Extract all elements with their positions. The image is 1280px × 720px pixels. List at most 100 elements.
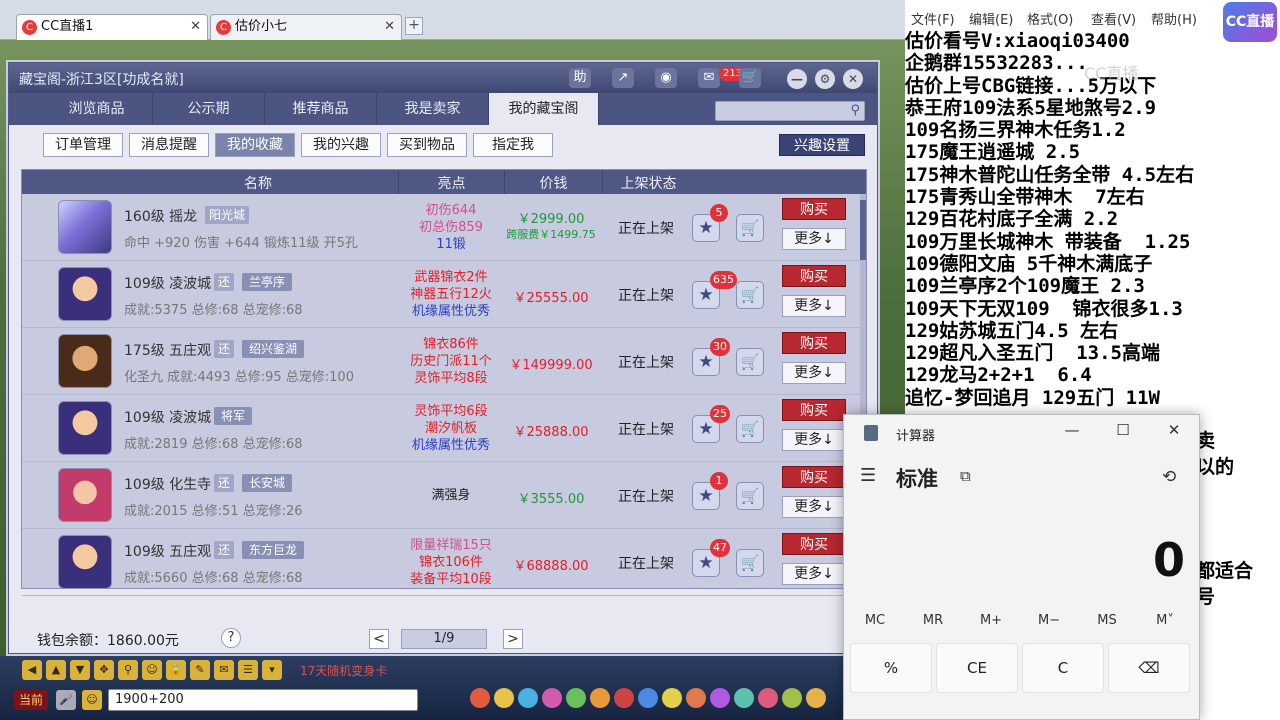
buy-button[interactable]: 购买	[782, 466, 846, 488]
more-button[interactable]: 更多↓	[782, 563, 846, 585]
game-item-icon[interactable]	[518, 688, 538, 708]
character-avatar[interactable]	[58, 200, 112, 254]
item-name[interactable]: 109级 凌波城	[124, 407, 211, 427]
arrow-up-icon[interactable]: ▲	[46, 660, 66, 680]
prev-page-button[interactable]: <	[369, 629, 389, 649]
table-row[interactable]: 109级 五庄观还东方巨龙 成就:5660 总修:68 总宠修:68 限量祥瑞15只…	[22, 529, 866, 596]
menu-help[interactable]: 帮助(H)	[1151, 9, 1197, 28]
game-item-icon[interactable]	[590, 688, 610, 708]
more-button[interactable]: 更多↓	[782, 295, 846, 317]
cart-icon[interactable]: 🛒	[736, 549, 764, 577]
item-name[interactable]: 109级 凌波城	[124, 273, 211, 293]
cart-icon[interactable]: 🛒	[736, 214, 764, 242]
character-avatar[interactable]	[58, 468, 112, 522]
close-icon[interactable]: ✕	[1162, 421, 1186, 439]
close-icon[interactable]: ✕	[843, 69, 863, 89]
subtab-favorites[interactable]: 我的收藏	[215, 133, 295, 157]
share-icon[interactable]: ↗	[612, 68, 634, 88]
item-name[interactable]: 109级 化生寺	[124, 474, 211, 494]
mr-button[interactable]: MR	[904, 613, 962, 628]
buy-button[interactable]: 购买	[782, 332, 846, 354]
friends-icon[interactable]: ☺	[142, 660, 162, 680]
game-chat-input[interactable]: 1900+200	[108, 689, 418, 711]
table-row[interactable]: 109级 凌波城还兰亭序 成就:5375 总修:68 总宠修:68 武器锦衣2件 神器…	[22, 261, 866, 328]
buy-button[interactable]: 购买	[782, 399, 846, 421]
table-row[interactable]: 109级 凌波城 将军 成就:2819 总修:68 总宠修:68 灵饰平均6段 潮汐帆板…	[22, 395, 866, 462]
item-name[interactable]: 175级 五庄观	[124, 340, 211, 360]
browser-tab-gujia[interactable]: C 估价小七 ✕	[210, 14, 402, 40]
close-tab-icon[interactable]: ✕	[190, 15, 201, 39]
help-circle-icon[interactable]: ?	[221, 628, 241, 648]
cart-icon[interactable]: 🛒	[736, 348, 764, 376]
item-name[interactable]: 109级 五庄观	[124, 541, 211, 561]
new-tab-button[interactable]: +	[405, 17, 423, 35]
table-row[interactable]: 175级 五庄观还绍兴鉴湖 化圣九 成就:4493 总修:95 总宠修:100 锦衣…	[22, 328, 866, 395]
ce-button[interactable]: CE	[936, 643, 1018, 693]
item-name[interactable]: 160级 摇龙	[124, 206, 197, 226]
menu-file[interactable]: 文件(F)	[911, 9, 955, 28]
tab-browse[interactable]: 浏览商品	[41, 93, 153, 125]
buy-button[interactable]: 购买	[782, 198, 846, 220]
subtab-bought[interactable]: 买到物品	[387, 133, 467, 157]
move-icon[interactable]: ✥	[94, 660, 114, 680]
game-item-icon[interactable]	[782, 688, 802, 708]
game-item-icon[interactable]	[614, 688, 634, 708]
subtab-messages[interactable]: 消息提醒	[129, 133, 209, 157]
chat-bubble-icon[interactable]: ✉	[214, 660, 234, 680]
more-button[interactable]: 更多↓	[782, 496, 846, 518]
menu-edit[interactable]: 编辑(E)	[969, 9, 1013, 28]
search-icon[interactable]: ⚲	[118, 660, 138, 680]
percent-button[interactable]: %	[850, 643, 932, 693]
search-input[interactable]: ⚲	[715, 101, 865, 121]
game-item-icon[interactable]	[638, 688, 658, 708]
interest-settings-button[interactable]: 兴趣设置	[779, 134, 865, 156]
keep-on-top-icon[interactable]: ⧉	[960, 467, 971, 485]
menu-view[interactable]: 查看(V)	[1091, 9, 1136, 28]
game-item-icon[interactable]	[758, 688, 778, 708]
history-icon[interactable]: ⟲	[1162, 467, 1176, 487]
hamburger-menu-icon[interactable]: ☰	[860, 465, 876, 486]
buy-button[interactable]: 购买	[782, 265, 846, 287]
cart-icon[interactable]: 🛒	[736, 482, 764, 510]
arrow-down-icon[interactable]: ▼	[70, 660, 90, 680]
buy-button[interactable]: 购买	[782, 533, 846, 555]
character-avatar[interactable]	[58, 535, 112, 589]
table-row[interactable]: 109级 化生寺还长安城 成就:2015 总修:51 总宠修:26 满强身 ￥3555…	[22, 462, 866, 529]
cart-icon[interactable]: 🛒	[739, 68, 761, 88]
tab-seller[interactable]: 我是卖家	[377, 93, 489, 125]
character-avatar[interactable]	[58, 267, 112, 321]
menu-icon[interactable]: ☰	[238, 660, 258, 680]
settings-icon[interactable]: ⚙	[815, 69, 835, 89]
m-dropdown-button[interactable]: M˅	[1136, 613, 1194, 628]
scrollbar-thumb[interactable]	[860, 200, 866, 260]
subtab-interests[interactable]: 我的兴趣	[301, 133, 381, 157]
game-item-icon[interactable]	[734, 688, 754, 708]
minimize-icon[interactable]: —	[1060, 421, 1084, 439]
tab-recommend[interactable]: 推荐商品	[265, 93, 377, 125]
maximize-icon[interactable]: ☐	[1111, 421, 1135, 439]
game-item-icon[interactable]	[686, 688, 706, 708]
emoji-icon[interactable]: ☺	[82, 690, 102, 710]
minimize-icon[interactable]: —	[787, 69, 807, 89]
game-item-icon[interactable]	[494, 688, 514, 708]
next-page-button[interactable]: >	[503, 629, 523, 649]
game-item-icon[interactable]	[566, 688, 586, 708]
game-item-icon[interactable]	[662, 688, 682, 708]
backspace-button[interactable]: ⌫	[1108, 643, 1190, 693]
arrow-left-icon[interactable]: ◀	[22, 660, 42, 680]
tab-public[interactable]: 公示期	[153, 93, 265, 125]
more-button[interactable]: 更多↓	[782, 429, 846, 451]
cart-icon[interactable]: 🛒	[736, 415, 764, 443]
menu-format[interactable]: 格式(O)	[1027, 9, 1073, 28]
game-item-icon[interactable]	[542, 688, 562, 708]
game-item-icon[interactable]	[470, 688, 490, 708]
microphone-icon[interactable]: 🎤	[56, 690, 76, 710]
browser-tab-cc[interactable]: C CC直播1 ✕	[16, 14, 208, 40]
table-row[interactable]: 160级 摇龙 阳光城 命中 +920 伤害 +644 锻炼11级 开5孔 初伤644…	[22, 194, 866, 261]
m-plus-button[interactable]: M+	[962, 613, 1020, 628]
game-item-icon[interactable]	[710, 688, 730, 708]
edit-icon[interactable]: ✎	[190, 660, 210, 680]
character-avatar[interactable]	[58, 401, 112, 455]
subtab-assigned[interactable]: 指定我	[473, 133, 553, 157]
more-button[interactable]: 更多↓	[782, 362, 846, 384]
